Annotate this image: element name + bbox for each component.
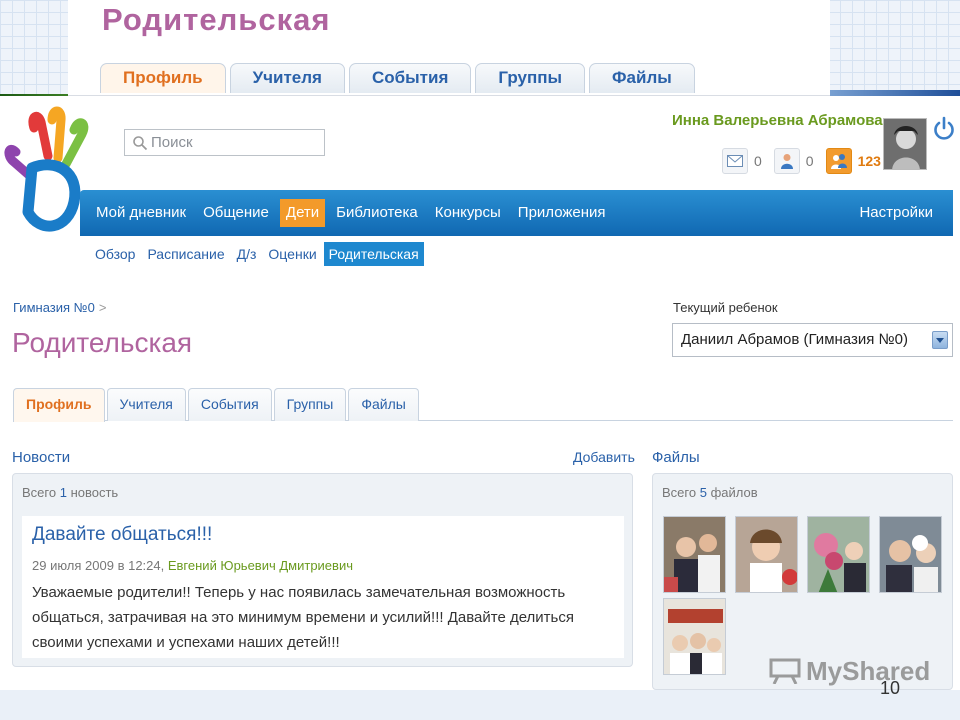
nav-contests[interactable]: Конкурсы [429, 199, 507, 227]
nav-library[interactable]: Библиотека [330, 199, 424, 227]
news-item-author[interactable]: Евгений Юрьевич Дмитриевич [168, 558, 353, 573]
file-thumbnail[interactable] [663, 598, 726, 675]
news-count-suffix: новость [70, 485, 119, 500]
requests-counter[interactable]: 0 [773, 148, 814, 174]
watermark-text: MyShared [806, 656, 931, 686]
news-item-body: Уважаемые родители!! Теперь у нас появил… [32, 584, 574, 651]
file-thumbnail[interactable] [879, 516, 942, 593]
files-heading-link[interactable]: Файлы [652, 449, 700, 466]
myshared-watermark: MyShared [768, 656, 930, 687]
file-thumbnail[interactable] [735, 516, 798, 593]
zoomed-tab-profile[interactable]: Профиль [100, 63, 226, 93]
search-box[interactable] [124, 129, 325, 156]
friends-counter[interactable]: 123 [825, 148, 881, 174]
breadcrumb: Гимназия №0 > [13, 300, 106, 315]
search-icon [133, 136, 148, 151]
tab-groups[interactable]: Группы [273, 388, 347, 421]
current-child-label: Текущий ребенок [673, 300, 778, 315]
sub-navigation: Обзор Расписание Д/з Оценки Родительская [90, 242, 426, 266]
messages-counter[interactable]: 0 [722, 148, 762, 174]
site-screenshot: Инна Валерьевна Абрамова 0 0 123 [0, 96, 960, 690]
zoomed-tab-events[interactable]: События [348, 63, 472, 93]
search-input[interactable] [151, 132, 319, 153]
subnav-homework[interactable]: Д/з [232, 242, 262, 266]
news-item-title[interactable]: Давайте общаться!!! [32, 524, 212, 546]
zoomed-tab-groups[interactable]: Группы [475, 63, 586, 93]
current-child-value: Даниил Абрамов (Гимназия №0) [681, 331, 908, 348]
news-heading-link[interactable]: Новости [12, 449, 70, 466]
subnav-schedule[interactable]: Расписание [142, 242, 229, 266]
mail-icon [722, 148, 748, 174]
presentation-board-icon [769, 658, 801, 684]
friends-icon [825, 148, 852, 174]
friends-count: 123 [857, 153, 881, 169]
nav-my-diary[interactable]: Мой дневник [90, 199, 192, 227]
news-item-date: 29 июля 2009 в 12:24, [32, 558, 165, 573]
tab-profile[interactable]: Профиль [13, 388, 105, 422]
subnav-overview[interactable]: Обзор [90, 242, 140, 266]
zoomed-tab-bar: Профиль Учителя События Группы Файлы [100, 63, 699, 93]
file-thumbnail[interactable] [663, 516, 726, 593]
news-item-meta: 29 июля 2009 в 12:24, Евгений Юрьевич Дм… [32, 558, 353, 573]
file-thumbnail[interactable] [807, 516, 870, 593]
breadcrumb-separator: > [98, 300, 107, 315]
nav-communication[interactable]: Общение [197, 199, 275, 227]
news-panel: Всего 1 новость Давайте общаться!!! 29 и… [12, 473, 633, 667]
nav-applications[interactable]: Приложения [512, 199, 612, 227]
nav-children[interactable]: Дети [279, 199, 326, 227]
breadcrumb-school-link[interactable]: Гимназия №0 [13, 300, 95, 315]
main-navbar: Мой дневник Общение Дети Библиотека Конк… [80, 190, 953, 236]
tab-teachers[interactable]: Учителя [106, 388, 186, 421]
files-count: Всего 5 файлов [662, 485, 758, 500]
add-news-link[interactable]: Добавить [573, 449, 635, 465]
profile-tab-bar: Профиль Учителя События Группы Файлы [13, 388, 953, 422]
subnav-grades[interactable]: Оценки [263, 242, 321, 266]
news-item: Давайте общаться!!! 29 июля 2009 в 12:24… [22, 516, 624, 658]
files-count-prefix: Всего [662, 485, 697, 500]
user-avatar[interactable] [883, 118, 927, 170]
zoomed-page-title: Родительская [102, 2, 331, 37]
zoomed-header-callout: Родительская Профиль Учителя События Гру… [68, 0, 830, 96]
person-icon [773, 148, 800, 174]
notification-counters: 0 0 123 [722, 148, 893, 174]
zoomed-tab-files[interactable]: Файлы [589, 63, 695, 93]
chevron-down-icon[interactable] [932, 331, 948, 349]
slide-bottom-strip [0, 688, 960, 720]
files-count-number: 5 [699, 485, 707, 500]
user-name-link[interactable]: Инна Валерьевна Абрамова [672, 112, 883, 129]
slide-number: 10 [880, 678, 901, 698]
current-child-select[interactable]: Даниил Абрамов (Гимназия №0) [672, 323, 953, 357]
main-nav-items: Мой дневник Общение Дети Библиотека Конк… [90, 190, 617, 236]
news-count-number: 1 [59, 485, 67, 500]
messages-count: 0 [754, 153, 762, 169]
nav-settings[interactable]: Настройки [859, 199, 933, 227]
news-count-prefix: Всего [22, 485, 57, 500]
requests-count: 0 [805, 153, 814, 169]
page-title: Родительская [12, 327, 193, 358]
tab-events[interactable]: События [187, 388, 272, 421]
files-count-suffix: файлов [710, 485, 758, 500]
logout-power-icon[interactable] [932, 116, 956, 142]
subnav-parents[interactable]: Родительская [323, 242, 424, 266]
zoomed-tab-teachers[interactable]: Учителя [229, 63, 345, 93]
news-count: Всего 1 новость [22, 485, 118, 500]
tab-files[interactable]: Файлы [348, 388, 419, 421]
